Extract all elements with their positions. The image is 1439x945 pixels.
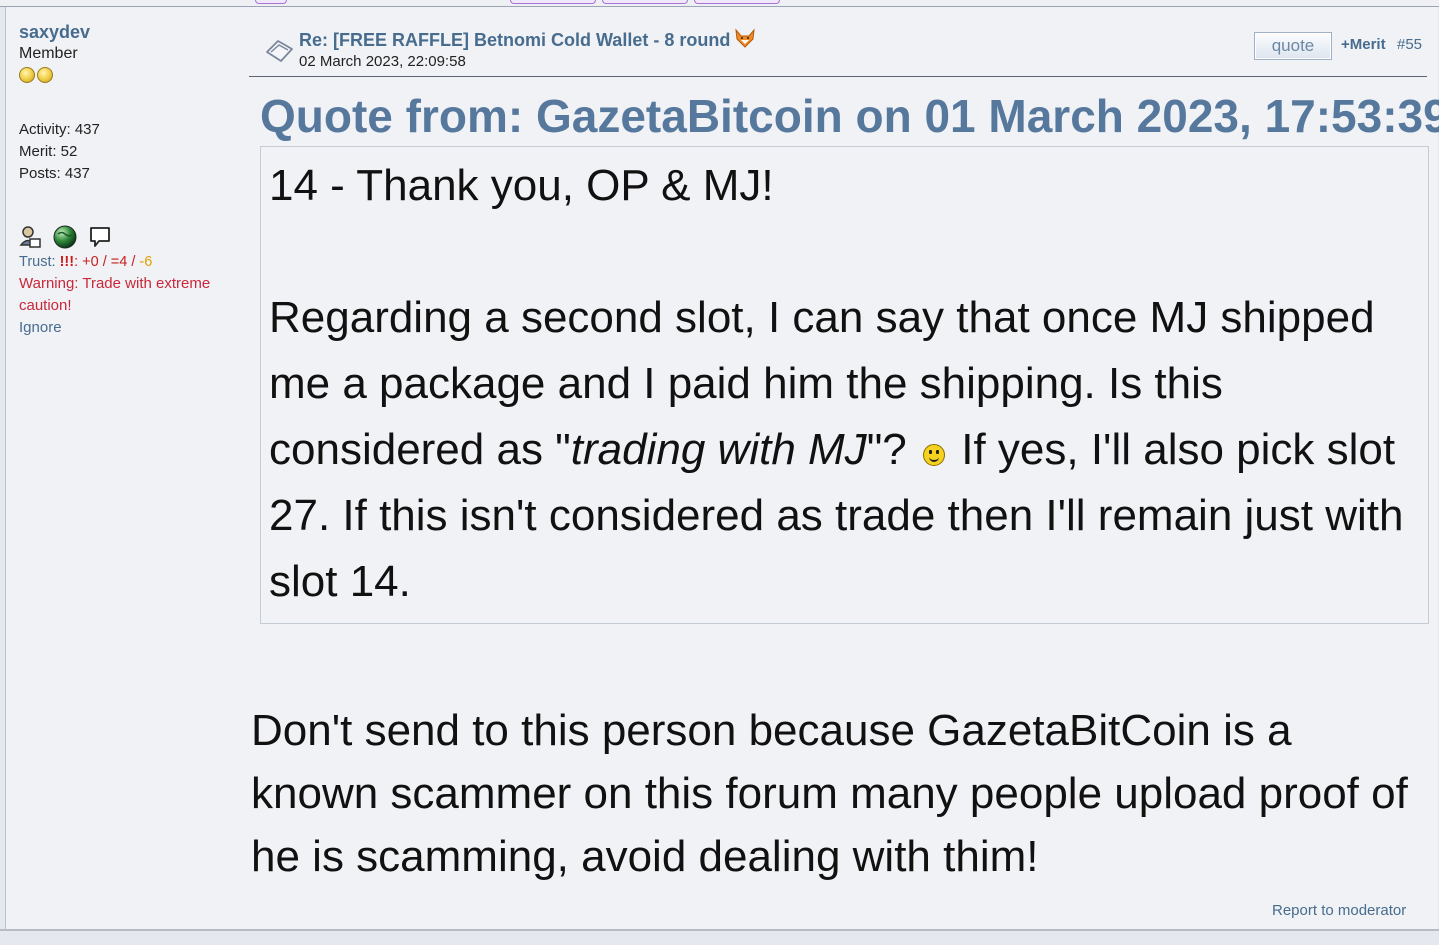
top-strip bbox=[0, 0, 1439, 7]
trust-positive: +0 bbox=[82, 254, 99, 270]
quote-paragraph: Regarding a second slot, I can say that … bbox=[269, 293, 1404, 606]
quote-button[interactable]: quote bbox=[1254, 32, 1332, 60]
bottom-strip bbox=[0, 931, 1439, 945]
trust-warning: Warning: Trade with extreme caution! bbox=[19, 275, 211, 314]
globe-icon[interactable] bbox=[53, 225, 77, 249]
activity-stat: Activity: 437 bbox=[19, 121, 100, 138]
trust-score[interactable]: Trust: !!!: +0 / =4 / -6 bbox=[19, 251, 244, 273]
quote-header[interactable]: Quote from: GazetaBitcoin on 01 March 20… bbox=[260, 87, 1439, 145]
divider bbox=[249, 76, 1427, 77]
profile-icon[interactable] bbox=[19, 225, 41, 249]
quote-box: 14 - Thank you, OP & MJ! Regarding a sec… bbox=[260, 146, 1429, 624]
post-body: Don't send to this person because Gazeta… bbox=[251, 706, 1408, 881]
report-link[interactable]: Report to moderator bbox=[1272, 901, 1406, 921]
nav-tab-fragment[interactable] bbox=[694, 0, 780, 4]
posts-stat: Posts: 437 bbox=[19, 165, 90, 182]
smiley-icon bbox=[923, 444, 946, 466]
nav-tab-fragment[interactable] bbox=[510, 0, 596, 4]
coin-icon bbox=[37, 67, 53, 83]
post-number[interactable]: #55 bbox=[1397, 35, 1422, 55]
quote-line: 14 - Thank you, OP & MJ! bbox=[269, 161, 774, 210]
fox-icon bbox=[735, 28, 756, 48]
coin-icon bbox=[19, 67, 35, 83]
merit-stat: Merit: 52 bbox=[19, 143, 78, 160]
poster-icons bbox=[19, 223, 244, 251]
nav-tab-fragment[interactable] bbox=[602, 0, 688, 4]
rank-coins bbox=[19, 67, 244, 87]
trust-neutral: =4 bbox=[110, 254, 128, 270]
message-icon[interactable] bbox=[89, 225, 111, 249]
trust-negative: -6 bbox=[139, 254, 153, 270]
nav-tab-fragment[interactable] bbox=[255, 0, 287, 4]
poster-rank: Member bbox=[19, 45, 78, 62]
post-date: 02 March 2023, 22:09:58 bbox=[299, 53, 466, 70]
forum-post: saxydev Member Activity: 437 Merit: 52 P… bbox=[5, 7, 1439, 929]
poster-info: saxydev Member Activity: 437 Merit: 52 P… bbox=[19, 21, 244, 339]
post-icon bbox=[266, 40, 293, 62]
trust-flag: !!! bbox=[59, 254, 75, 270]
poster-stats: Activity: 437 Merit: 52 Posts: 437 bbox=[19, 119, 244, 185]
poster-name[interactable]: saxydev bbox=[19, 21, 244, 43]
ignore-link[interactable]: Ignore bbox=[19, 317, 244, 339]
merit-button[interactable]: +Merit bbox=[1341, 35, 1386, 55]
post-subject[interactable]: Re: [FREE RAFFLE] Betnomi Cold Wallet - … bbox=[299, 28, 756, 52]
